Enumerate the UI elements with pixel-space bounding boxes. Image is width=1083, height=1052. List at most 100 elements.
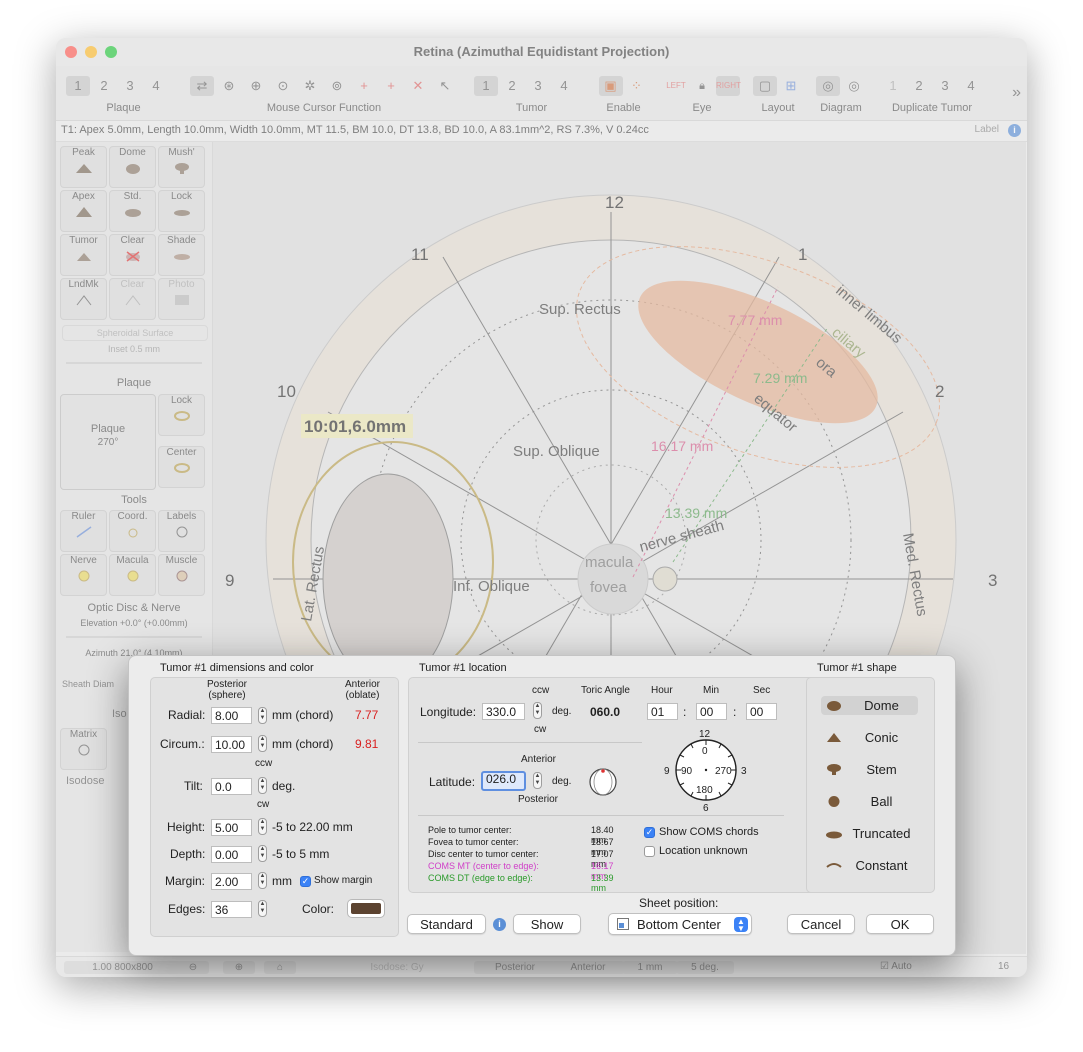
plaque-1-button[interactable]: 1 [66,76,90,96]
clear-tool[interactable]: Clear [109,234,156,276]
plaque-center-tool[interactable]: Center [158,446,205,488]
zoom-out-icon[interactable]: ⊖ [177,961,209,974]
plaque-2-button[interactable]: 2 [92,76,116,96]
shape-dome-button[interactable]: Dome [821,696,918,715]
tumor-3-button[interactable]: 3 [526,76,550,96]
ok-button[interactable]: OK [866,914,934,934]
longitude-stepper[interactable]: ▲ ▼ [533,702,542,719]
anterior-button[interactable]: Anterior [551,961,625,974]
standard-info-icon[interactable]: i [493,918,506,931]
cursor-arrow-icon[interactable]: ↖ [433,76,457,96]
shape-conic-button[interactable]: Conic [821,728,918,747]
cursor-select-red-icon[interactable]: ✕ [406,76,430,96]
cursor-move-icon[interactable]: ⊙ [271,76,295,96]
depth-input[interactable]: 0.00 [211,846,252,863]
clear-landmark-tool[interactable]: Clear [109,278,156,320]
hour-input[interactable]: 01 [647,703,678,720]
layout-grid-icon[interactable]: ⊞ [779,76,803,96]
elevation-slider[interactable] [66,636,202,638]
enable-multi-icon[interactable]: ⁘ [625,76,649,96]
show-button[interactable]: Show [513,914,581,934]
eye-right-button[interactable]: RIGHT [716,76,741,96]
tilt-stepper[interactable]: ▲ ▼ [258,777,267,794]
cursor-cross-icon[interactable]: + [352,76,376,96]
shape-constant-button[interactable]: Constant [821,856,918,875]
latitude-stepper[interactable]: ▲ ▼ [533,772,542,789]
mushroom-tool[interactable]: Mush' [158,146,205,188]
latitude-input[interactable]: 026.0 [481,771,526,791]
cursor-poi-icon[interactable]: + [379,76,403,96]
muscle-tool[interactable]: Muscle [158,554,205,596]
plaque-4-button[interactable]: 4 [144,76,168,96]
height-stepper[interactable]: ▲ ▼ [258,818,267,835]
color-well[interactable] [347,899,385,918]
standard-button[interactable]: Standard [407,914,486,934]
edges-stepper[interactable]: ▲ ▼ [258,900,267,917]
plaque-lock-tool[interactable]: Lock [158,394,205,436]
label-toggle[interactable]: Label [975,124,999,135]
shape-stem-button[interactable]: Stem [821,760,918,779]
duplicate-1-button[interactable]: 1 [881,76,905,96]
zoom-in-icon[interactable]: ⊕ [223,961,255,974]
apex-tool[interactable]: Apex [60,190,107,232]
radial-stepper[interactable]: ▲ ▼ [258,707,267,724]
depth-stepper[interactable]: ▲ ▼ [258,845,267,862]
lock-icon[interactable]: 🔒︎ [690,76,714,96]
location-unknown-checkbox[interactable] [644,846,655,857]
toolbar-overflow-button[interactable]: » [1012,84,1021,102]
cursor-select-icon[interactable]: ⇄ [190,76,214,96]
isodose-status[interactable]: Isodose: Gy [346,961,448,974]
home-icon[interactable]: ⌂ [264,961,296,974]
diagram-target-icon[interactable]: ◎ [842,76,866,96]
spheroidal-surface-button[interactable]: Spheroidal Surface [62,325,208,341]
ruler-tool[interactable]: Ruler [60,510,107,552]
info-icon[interactable]: i [1008,124,1021,137]
circum-stepper[interactable]: ▲ ▼ [258,735,267,752]
deg-step[interactable]: 5 deg. [676,961,734,974]
cursor-pan-icon[interactable]: ⊛ [217,76,241,96]
auto-checkbox[interactable]: ☑ Auto [880,961,912,972]
standard-tool[interactable]: Std. [109,190,156,232]
duplicate-4-button[interactable]: 4 [959,76,983,96]
show-coms-checkbox[interactable]: ✓ [644,827,655,838]
duplicate-3-button[interactable]: 3 [933,76,957,96]
margin-input[interactable]: 2.00 [211,873,252,890]
landmark-tool[interactable]: LndMk [60,278,107,320]
circum-input[interactable]: 10.00 [211,736,252,753]
height-input[interactable]: 5.00 [211,819,252,836]
nerve-tool[interactable]: Nerve [60,554,107,596]
diagram-rings-icon[interactable]: ◎ [816,76,840,96]
tumor-tool[interactable]: Tumor [60,234,107,276]
inset-slider[interactable] [66,362,202,364]
photo-tool[interactable]: Photo [158,278,205,320]
macula-tool[interactable]: Macula [109,554,156,596]
labels-tool[interactable]: Labels [158,510,205,552]
coord-tool[interactable]: Coord. [109,510,156,552]
cursor-target-icon[interactable]: ⊚ [325,76,349,96]
tumor-4-button[interactable]: 4 [552,76,576,96]
show-margin-checkbox[interactable]: ✓ [300,876,311,887]
tumor-2-button[interactable]: 2 [500,76,524,96]
mm-step[interactable]: 1 mm [622,961,678,974]
edges-input[interactable]: 36 [211,901,252,918]
shape-ball-button[interactable]: Ball [821,792,918,811]
plaque-3-button[interactable]: 3 [118,76,142,96]
lock-tool[interactable]: Lock [158,190,205,232]
longitude-input[interactable]: 330.0 [482,703,525,720]
margin-stepper[interactable]: ▲ ▼ [258,872,267,889]
shade-tool[interactable]: Shade [158,234,205,276]
tumor-1-button[interactable]: 1 [474,76,498,96]
radial-input[interactable]: 8.00 [211,707,252,724]
sec-input[interactable]: 00 [746,703,777,720]
enable-tumor-icon[interactable]: ▣ [598,76,623,96]
posterior-button[interactable]: Posterior [474,961,556,974]
cancel-button[interactable]: Cancel [787,914,855,934]
shape-truncated-button[interactable]: Truncated [821,824,918,843]
cursor-gear-icon[interactable]: ✲ [298,76,322,96]
plaque-rotation-control[interactable]: Plaque 270° [60,394,156,490]
sheet-position-select[interactable]: Bottom Center ▲ ▼ [608,913,752,935]
cursor-rotate-icon[interactable]: ⊕ [244,76,268,96]
matrix-tool[interactable]: Matrix [60,728,107,770]
dome-tool[interactable]: Dome [109,146,156,188]
duplicate-2-button[interactable]: 2 [907,76,931,96]
